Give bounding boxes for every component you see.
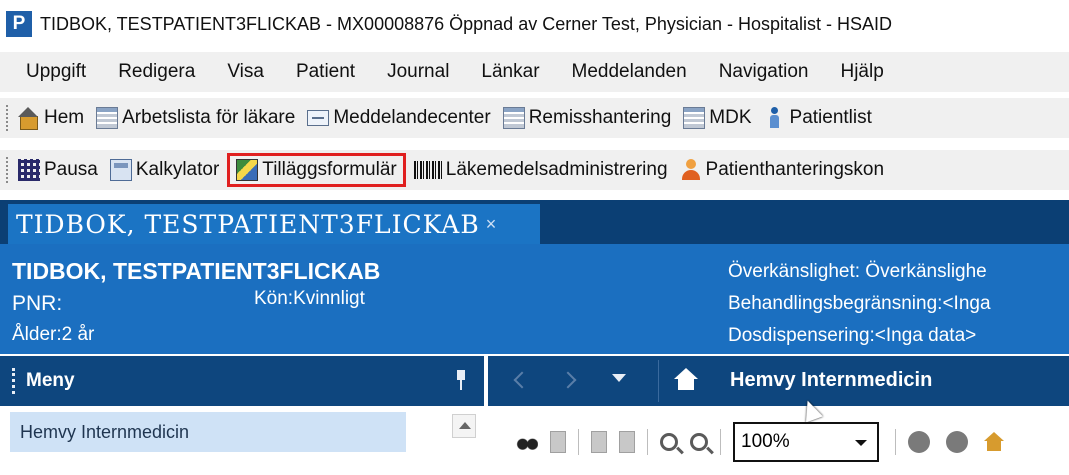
message-center-label: Meddelandecenter	[333, 107, 491, 128]
view-title: Hemvy Internmedicin	[730, 369, 933, 391]
patient-alerts: Överkänslighet: Överkänslighe Behandling…	[728, 256, 991, 352]
view-toolbar: 100%	[488, 412, 1069, 472]
nav-divider	[658, 360, 659, 402]
patient-management-button[interactable]: Patienthanteringskon	[676, 153, 889, 187]
referral-label: Remisshantering	[528, 107, 672, 128]
close-icon[interactable]: ×	[486, 214, 497, 235]
toolbar-secondary: Pausa Kalkylator Tilläggsformulär Läkeme…	[0, 150, 1069, 190]
home-icon[interactable]	[984, 432, 1004, 452]
dose-dispensing-info[interactable]: Dosdispensering:<Inga data>	[728, 320, 991, 352]
mdk-button[interactable]: MDK	[679, 101, 755, 135]
menu-lankar[interactable]: Länkar	[465, 61, 555, 83]
worklist-label: Arbetslista för läkare	[122, 107, 296, 128]
patient-management-label: Patienthanteringskon	[705, 159, 885, 180]
sidebar-header: Meny	[0, 356, 484, 406]
main-content: Hemvy Internmedicin 100%	[488, 356, 1069, 475]
patient-list-icon	[764, 107, 786, 129]
message-icon	[307, 110, 330, 126]
pin-icon[interactable]	[456, 370, 466, 390]
menu-visa[interactable]: Visa	[211, 61, 280, 83]
menu-hjalp[interactable]: Hjälp	[824, 61, 899, 83]
menu-navigation[interactable]: Navigation	[703, 61, 825, 83]
toolbar-divider	[578, 429, 579, 455]
scroll-up-button[interactable]	[452, 414, 476, 438]
zoom-out-icon[interactable]	[660, 433, 678, 451]
menu-patient[interactable]: Patient	[280, 61, 371, 83]
zoom-select[interactable]: 100%	[733, 422, 879, 462]
menu-uppgift[interactable]: Uppgift	[10, 61, 102, 83]
worklist-icon	[96, 107, 119, 129]
tab-patient-label: TIDBOK, TESTPATIENT3FLICKAB	[16, 209, 480, 239]
toolbar-grip[interactable]	[6, 157, 10, 183]
back-icon[interactable]	[506, 366, 536, 396]
circle-icon[interactable]	[908, 431, 930, 453]
toolbar-primary: Hem Arbetslista för läkare Meddelandecen…	[0, 98, 1069, 138]
message-center-button[interactable]: Meddelandecenter	[303, 101, 494, 135]
home-icon	[18, 107, 40, 130]
menu-redigera[interactable]: Redigera	[102, 61, 211, 83]
zoom-in-icon[interactable]	[690, 433, 708, 451]
home-label: Hem	[44, 107, 85, 128]
patient-name: TIDBOK, TESTPATIENT3FLICKAB	[12, 258, 381, 284]
supplementary-form-label: Tilläggsformulär	[262, 159, 397, 180]
view-navigation-bar: Hemvy Internmedicin	[488, 356, 1069, 423]
form-icon	[236, 159, 259, 181]
toolbar-divider	[895, 429, 896, 455]
calculator-icon	[109, 159, 132, 181]
medication-admin-button[interactable]: Läkemedelsadministrering	[410, 153, 672, 187]
calculator-button[interactable]: Kalkylator	[106, 153, 223, 187]
allergy-info[interactable]: Överkänslighet: Överkänslighe	[728, 256, 991, 288]
toolbar-grip[interactable]	[6, 105, 10, 131]
app-icon: P	[6, 11, 32, 37]
worklist-button[interactable]: Arbetslista för läkare	[92, 101, 299, 135]
home-icon[interactable]	[674, 368, 698, 392]
pause-button[interactable]: Pausa	[14, 153, 102, 187]
document-icon[interactable]	[550, 431, 566, 453]
referral-icon	[502, 107, 525, 129]
chevron-down-icon[interactable]	[612, 374, 626, 382]
patient-pnr: PNR:	[12, 292, 63, 315]
patient-banner: TIDBOK, TESTPATIENT3FLICKAB PNR: Kön:Kvi…	[0, 244, 1069, 354]
window-title: TIDBOK, TESTPATIENT3FLICKAB - MX00008876…	[40, 13, 892, 34]
menu-bar: Uppgift Redigera Visa Patient Journal Lä…	[0, 52, 1069, 92]
menu-meddelanden[interactable]: Meddelanden	[556, 61, 703, 83]
sidebar-title: Meny	[26, 370, 75, 391]
next-page-icon[interactable]	[619, 431, 635, 453]
treatment-limitation-info[interactable]: Behandlingsbegränsning:<Inga	[728, 288, 991, 320]
supplementary-form-button[interactable]: Tilläggsformulär	[227, 153, 406, 187]
referral-button[interactable]: Remisshantering	[499, 101, 676, 135]
window-titlebar: P TIDBOK, TESTPATIENT3FLICKAB - MX000088…	[0, 0, 1069, 48]
find-icon[interactable]	[516, 431, 538, 453]
calculator-label: Kalkylator	[135, 159, 220, 180]
tab-patient[interactable]: TIDBOK, TESTPATIENT3FLICKAB ×	[8, 204, 540, 244]
sidebar-item-hemvy-internmedicin[interactable]: Hemvy Internmedicin	[10, 412, 406, 452]
home-button[interactable]: Hem	[14, 101, 88, 135]
mdk-label: MDK	[709, 107, 752, 128]
medication-admin-label: Läkemedelsadministrering	[445, 159, 668, 180]
barcode-icon	[413, 161, 442, 179]
menu-journal[interactable]: Journal	[371, 61, 465, 83]
patient-age: Ålder:2 år	[12, 324, 95, 345]
patient-list-button[interactable]: Patientlist	[760, 101, 876, 135]
patient-tab-bar: TIDBOK, TESTPATIENT3FLICKAB ×	[0, 200, 1069, 244]
patient-gender: Kön:Kvinnligt	[254, 288, 365, 309]
menu-sidebar: Meny Hemvy Internmedicin	[0, 356, 484, 475]
mdk-icon	[683, 107, 706, 129]
forward-icon[interactable]	[556, 366, 586, 396]
patient-management-icon	[680, 159, 702, 181]
pause-label: Pausa	[44, 159, 98, 180]
toolbar-divider	[720, 429, 721, 455]
circle-icon[interactable]	[946, 431, 968, 453]
sidebar-grip[interactable]	[12, 368, 16, 394]
previous-page-icon[interactable]	[591, 431, 607, 453]
pause-icon	[18, 159, 40, 181]
patient-list-label: Patientlist	[789, 107, 872, 128]
toolbar-divider	[647, 429, 648, 455]
